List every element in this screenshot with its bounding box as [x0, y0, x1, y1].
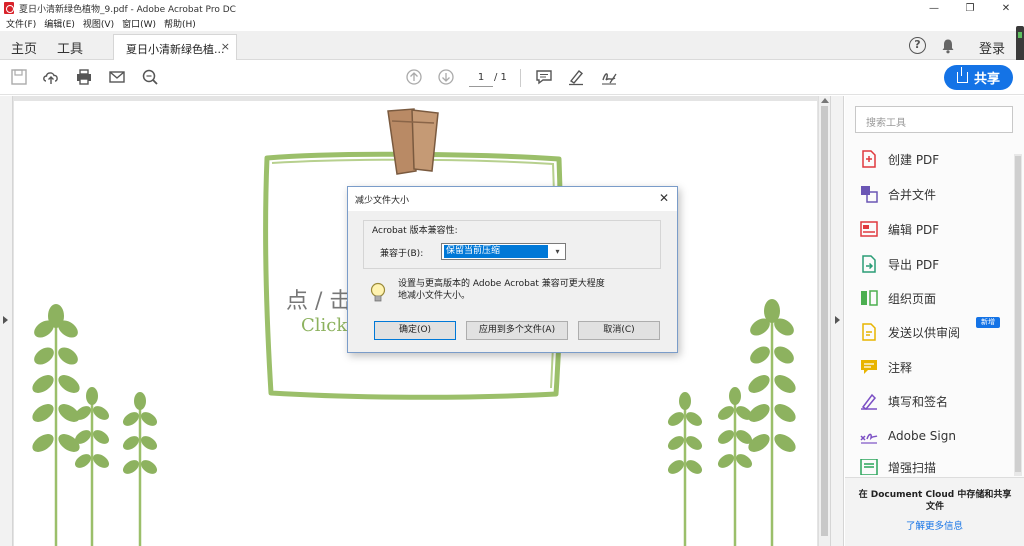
left-panel-toggle[interactable]: [0, 96, 13, 546]
scroll-thumb[interactable]: [821, 106, 828, 536]
login-link[interactable]: 登录: [979, 38, 1005, 57]
title-bar: 夏日小清新绿色植物_9.pdf - Adobe Acrobat Pro DC: [0, 0, 1024, 16]
email-icon[interactable]: [108, 68, 126, 86]
tool-fill-sign[interactable]: 填写和签名: [860, 390, 948, 412]
toolbar: 1 / 1: [0, 60, 1024, 95]
lightbulb-icon: [370, 282, 386, 302]
page-total: / 1: [494, 72, 507, 83]
share-button[interactable]: 共享: [944, 65, 1013, 90]
toolbar-divider: [520, 69, 521, 87]
compatible-with-label: 兼容于(B):: [380, 249, 424, 259]
menu-view[interactable]: 视图(V): [83, 17, 114, 30]
tool-label: 合并文件: [888, 187, 937, 202]
tool-combine-files[interactable]: 合并文件: [860, 183, 936, 205]
tool-label: 编辑 PDF: [888, 222, 940, 237]
tool-create-pdf[interactable]: 创建 PDF: [860, 148, 939, 170]
chevron-down-icon[interactable]: ▾: [550, 244, 565, 259]
tools-search-input[interactable]: 搜索工具: [855, 106, 1013, 133]
page-subtitle-text: Click: [301, 315, 348, 336]
tool-label: 创建 PDF: [888, 152, 940, 167]
tool-edit-pdf[interactable]: 编辑 PDF: [860, 218, 939, 240]
tool-label: Adobe Sign: [888, 429, 956, 443]
tool-comment[interactable]: 注释: [860, 356, 912, 378]
tab-tools[interactable]: 工具: [57, 38, 83, 57]
dialog-info-text: 设置与更高版本的 Adobe Acrobat 兼容可更大程度地减小文件大小。: [398, 279, 605, 301]
learn-more-link[interactable]: 了解更多信息: [845, 518, 1024, 532]
share-label: 共享: [973, 72, 1000, 87]
ok-button[interactable]: 确定(O): [374, 321, 456, 340]
save-icon[interactable]: [10, 68, 28, 86]
dialog-title: 减少文件大小: [355, 196, 410, 206]
tool-label: 填写和签名: [888, 394, 949, 409]
highlight-pen-icon[interactable]: [567, 68, 585, 86]
expand-right-icon: [835, 316, 840, 324]
window-title: 夏日小清新绿色植物_9.pdf - Adobe Acrobat Pro DC: [19, 4, 236, 15]
close-window-button[interactable]: ✕: [989, 0, 1023, 16]
document-tab-label: 夏日小清新绿色植...: [126, 43, 225, 56]
tool-send-for-review[interactable]: 发送以供审阅: [860, 321, 960, 343]
tool-organize-pages[interactable]: 组织页面: [860, 287, 936, 309]
tab-document[interactable]: 夏日小清新绿色植... ×: [113, 34, 237, 60]
bell-icon[interactable]: [940, 38, 956, 54]
tool-export-pdf[interactable]: 导出 PDF: [860, 253, 939, 275]
print-icon[interactable]: [75, 68, 93, 86]
compatibility-selected-value: 保留当前压缩: [444, 245, 548, 258]
tools-scroll-thumb[interactable]: [1015, 156, 1021, 472]
tool-label: 注释: [888, 360, 913, 375]
menu-help[interactable]: 帮助(H): [164, 17, 196, 30]
help-icon[interactable]: ?: [909, 37, 926, 54]
menu-edit[interactable]: 编辑(E): [44, 17, 75, 30]
send-review-icon: [862, 323, 876, 341]
compatibility-select[interactable]: 保留当前压缩 ▾: [441, 243, 566, 260]
document-scrollbar[interactable]: [818, 96, 830, 546]
menu-file[interactable]: 文件(F): [6, 17, 36, 30]
previous-page-icon[interactable]: [405, 68, 423, 86]
page-number-input[interactable]: 1: [469, 69, 493, 87]
tool-adobe-sign[interactable]: Adobe Sign: [860, 425, 956, 447]
create-pdf-icon: [862, 150, 876, 168]
sign-icon[interactable]: [600, 68, 618, 86]
zoom-search-icon[interactable]: [141, 68, 159, 86]
tool-label: 导出 PDF: [888, 257, 940, 272]
cancel-button[interactable]: 取消(C): [578, 321, 660, 340]
page-title-text: 点 / 击: [286, 289, 352, 314]
tools-panel-scrollbar[interactable]: [1014, 154, 1022, 476]
dialog-close-icon[interactable]: ✕: [659, 191, 669, 205]
next-page-icon[interactable]: [437, 68, 455, 86]
cloud-promo-text: 在 Document Cloud 中存储和共享文件: [858, 490, 1012, 512]
menu-bar: 文件(F) 编辑(E) 视图(V) 窗口(W) 帮助(H): [0, 16, 1024, 31]
tool-enhance-scan[interactable]: 增强扫描: [860, 459, 936, 475]
reduce-file-size-dialog: 减少文件大小 ✕ Acrobat 版本兼容性: 兼容于(B): 保留当前压缩 ▾…: [347, 186, 678, 353]
adobe-sign-icon: [860, 433, 878, 444]
tool-label: 增强扫描: [888, 460, 937, 475]
enhance-scan-icon: [860, 459, 878, 475]
tool-label: 发送以供审阅: [888, 325, 961, 340]
compatibility-group-label: Acrobat 版本兼容性:: [370, 223, 460, 236]
upload-cloud-icon[interactable]: [42, 68, 60, 86]
export-pdf-icon: [862, 255, 876, 273]
acrobat-icon: [4, 2, 14, 14]
tab-home[interactable]: 主页: [11, 38, 37, 57]
tab-bar: 主页 工具 夏日小清新绿色植... ×: [0, 31, 1024, 60]
right-panel-toggle[interactable]: [830, 96, 844, 546]
fill-sign-icon: [861, 393, 877, 410]
apply-to-multiple-button[interactable]: 应用到多个文件(A): [466, 321, 568, 340]
restore-button[interactable]: ❐: [953, 0, 987, 16]
comment-icon[interactable]: [535, 68, 553, 86]
tool-label: 组织页面: [888, 291, 937, 306]
new-badge: 新增: [976, 317, 1000, 328]
combine-files-icon: [861, 186, 878, 203]
expand-left-icon: [3, 316, 8, 324]
scroll-up-icon[interactable]: [821, 98, 829, 103]
close-tab-icon[interactable]: ×: [221, 40, 230, 53]
dialog-title-bar[interactable]: 减少文件大小 ✕: [348, 187, 677, 211]
comment-tool-icon: [861, 360, 877, 374]
organize-pages-icon: [861, 290, 878, 306]
edit-pdf-icon: [860, 221, 878, 237]
menu-window[interactable]: 窗口(W): [122, 17, 156, 30]
share-icon: [956, 67, 968, 83]
minimize-button[interactable]: —: [917, 0, 951, 16]
